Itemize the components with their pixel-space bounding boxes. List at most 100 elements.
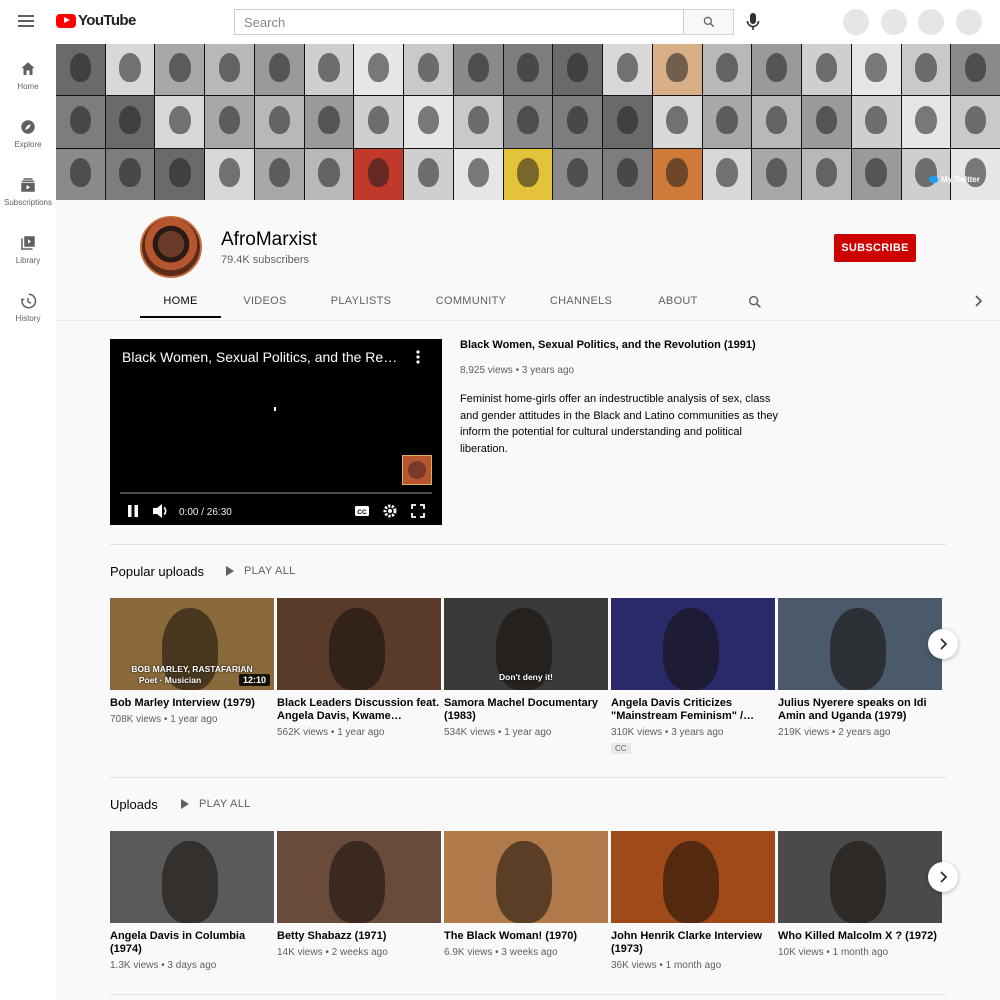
featured-video-title[interactable]: Black Women, Sexual Politics, and the Re… bbox=[460, 339, 780, 351]
play-all-uploads-button[interactable]: PLAY ALL bbox=[181, 798, 251, 810]
channel-search-icon[interactable] bbox=[747, 294, 763, 310]
popular-uploads-shelf: BOB MARLEY, RASTAFARIAN Poet · Musician 12… bbox=[110, 598, 946, 763]
tab-channels[interactable]: CHANNELS bbox=[536, 286, 626, 318]
shelf-next-button[interactable] bbox=[928, 862, 958, 892]
banner-photo bbox=[652, 44, 702, 96]
shelf-title-uploads[interactable]: Uploads bbox=[110, 797, 158, 812]
playback-time: 0:00 / 26:30 bbox=[179, 507, 232, 518]
chevron-right-icon bbox=[940, 638, 947, 650]
sidebar-item-explore[interactable]: Explore bbox=[0, 118, 56, 149]
channel-avatar[interactable] bbox=[140, 216, 202, 278]
notifications-icon[interactable] bbox=[918, 9, 944, 35]
featured-video-player[interactable]: Black Women, Sexual Politics, and the Re… bbox=[110, 339, 442, 525]
video-thumbnail[interactable] bbox=[611, 598, 775, 690]
banner-photo bbox=[404, 148, 453, 200]
create-icon[interactable] bbox=[843, 9, 869, 35]
mic-icon[interactable] bbox=[745, 12, 761, 32]
pause-icon[interactable] bbox=[126, 503, 140, 519]
video-card[interactable]: John Henrik Clarke Interview (1973) 36K v… bbox=[611, 831, 775, 971]
video-thumbnail[interactable] bbox=[611, 831, 775, 923]
sidebar-item-label: Subscriptions bbox=[3, 198, 53, 207]
video-card[interactable]: BOB MARLEY, RASTAFARIAN Poet · Musician 12… bbox=[110, 598, 274, 725]
sidebar-item-library[interactable]: Library bbox=[0, 234, 56, 265]
progress-bar[interactable] bbox=[120, 492, 432, 494]
video-card[interactable]: Julius Nyerere speaks on Idi Amin and Ug… bbox=[778, 598, 942, 738]
section-divider bbox=[110, 994, 946, 995]
twitter-icon bbox=[929, 176, 939, 183]
video-card[interactable]: Betty Shabazz (1971) 14K views • 2 weeks … bbox=[277, 831, 441, 958]
youtube-play-icon bbox=[56, 13, 76, 28]
banner-photo bbox=[752, 148, 802, 200]
video-thumbnail[interactable] bbox=[444, 831, 608, 923]
video-meta: 310K views • 3 years ago bbox=[611, 727, 724, 738]
sidebar-item-subscriptions[interactable]: Subscriptions bbox=[0, 176, 56, 207]
video-thumbnail[interactable] bbox=[277, 598, 441, 690]
banner-photo bbox=[553, 96, 603, 148]
library-icon bbox=[21, 236, 35, 250]
video-card[interactable]: Angela Davis Criticizes "Mainstream Femi… bbox=[611, 598, 775, 756]
video-title[interactable]: John Henrik Clarke Interview (1973) bbox=[611, 930, 775, 956]
sidebar-item-history[interactable]: History bbox=[0, 292, 56, 323]
tab-home[interactable]: HOME bbox=[140, 286, 221, 318]
apps-icon[interactable] bbox=[881, 9, 907, 35]
video-title[interactable]: Betty Shabazz (1971) bbox=[277, 930, 441, 943]
play-all-popular-button[interactable]: PLAY ALL bbox=[226, 565, 296, 577]
channel-watermark[interactable] bbox=[402, 455, 432, 485]
more-options-icon[interactable] bbox=[416, 350, 420, 364]
video-title[interactable]: The Black Woman! (1970) bbox=[444, 930, 608, 943]
sidebar-item-home[interactable]: Home bbox=[0, 60, 56, 91]
tab-about[interactable]: ABOUT bbox=[640, 286, 716, 318]
search-button[interactable] bbox=[684, 9, 734, 35]
menu-icon[interactable] bbox=[16, 12, 40, 32]
video-thumbnail[interactable] bbox=[277, 831, 441, 923]
tab-playlists[interactable]: PLAYLISTS bbox=[316, 286, 406, 318]
youtube-logo[interactable]: YouTube bbox=[56, 12, 136, 29]
banner-photo bbox=[503, 96, 553, 148]
banner-photo bbox=[802, 148, 851, 200]
section-divider bbox=[110, 777, 946, 778]
video-thumbnail[interactable]: Don't deny it! bbox=[444, 598, 608, 690]
account-avatar[interactable] bbox=[956, 9, 982, 35]
video-card[interactable]: Don't deny it! Samora Machel Documentary … bbox=[444, 598, 608, 738]
video-card[interactable]: The Black Woman! (1970) 6.9K views • 3 we… bbox=[444, 831, 608, 958]
video-title[interactable]: Bob Marley Interview (1979) bbox=[110, 697, 274, 710]
banner-photo bbox=[652, 96, 702, 148]
captions-icon[interactable]: CC bbox=[354, 503, 370, 519]
video-thumbnail[interactable]: BOB MARLEY, RASTAFARIAN Poet · Musician 12… bbox=[110, 598, 274, 690]
video-title[interactable]: Julius Nyerere speaks on Idi Amin and Ug… bbox=[778, 697, 942, 723]
subscriptions-icon bbox=[21, 178, 35, 192]
video-thumbnail[interactable] bbox=[110, 831, 274, 923]
video-title[interactable]: Angela Davis Criticizes "Mainstream Femi… bbox=[611, 697, 775, 723]
twitter-link[interactable]: My Twitter bbox=[929, 175, 980, 184]
chevron-right-icon[interactable] bbox=[973, 295, 983, 307]
banner-photo bbox=[951, 44, 1000, 96]
search-input[interactable]: Search bbox=[234, 9, 684, 35]
banner-photo bbox=[702, 148, 752, 200]
thumbnail-figure bbox=[663, 841, 719, 923]
banner-photo bbox=[56, 96, 105, 148]
settings-icon[interactable] bbox=[382, 503, 398, 519]
video-card[interactable]: Black Leaders Discussion feat. Angela Da… bbox=[277, 598, 441, 738]
banner-photo bbox=[901, 44, 951, 96]
video-thumbnail[interactable] bbox=[778, 831, 942, 923]
video-title[interactable]: Angela Davis in Columbia (1974) bbox=[110, 930, 274, 956]
video-card[interactable]: Angela Davis in Columbia (1974) 1.3K view… bbox=[110, 831, 274, 971]
shelf-title-popular[interactable]: Popular uploads bbox=[110, 564, 204, 579]
video-meta: 562K views • 1 year ago bbox=[277, 727, 385, 738]
thumbnail-figure bbox=[663, 608, 719, 690]
banner-photo bbox=[553, 44, 603, 96]
video-title[interactable]: Who Killed Malcolm X ? (1972) bbox=[778, 930, 942, 943]
video-title[interactable]: Black Leaders Discussion feat. Angela Da… bbox=[277, 697, 441, 723]
banner-photo bbox=[304, 148, 354, 200]
banner-photo bbox=[105, 44, 155, 96]
shelf-next-button[interactable] bbox=[928, 629, 958, 659]
video-thumbnail[interactable] bbox=[778, 598, 942, 690]
volume-icon[interactable] bbox=[152, 503, 170, 519]
video-card[interactable]: Who Killed Malcolm X ? (1972) 10K views •… bbox=[778, 831, 942, 958]
subscribe-button[interactable]: SUBSCRIBE bbox=[834, 234, 916, 262]
video-meta: 534K views • 1 year ago bbox=[444, 727, 552, 738]
tab-videos[interactable]: VIDEOS bbox=[230, 286, 300, 318]
video-title[interactable]: Samora Machel Documentary (1983) bbox=[444, 697, 608, 723]
tab-community[interactable]: COMMUNITY bbox=[424, 286, 518, 318]
fullscreen-icon[interactable] bbox=[410, 503, 426, 519]
